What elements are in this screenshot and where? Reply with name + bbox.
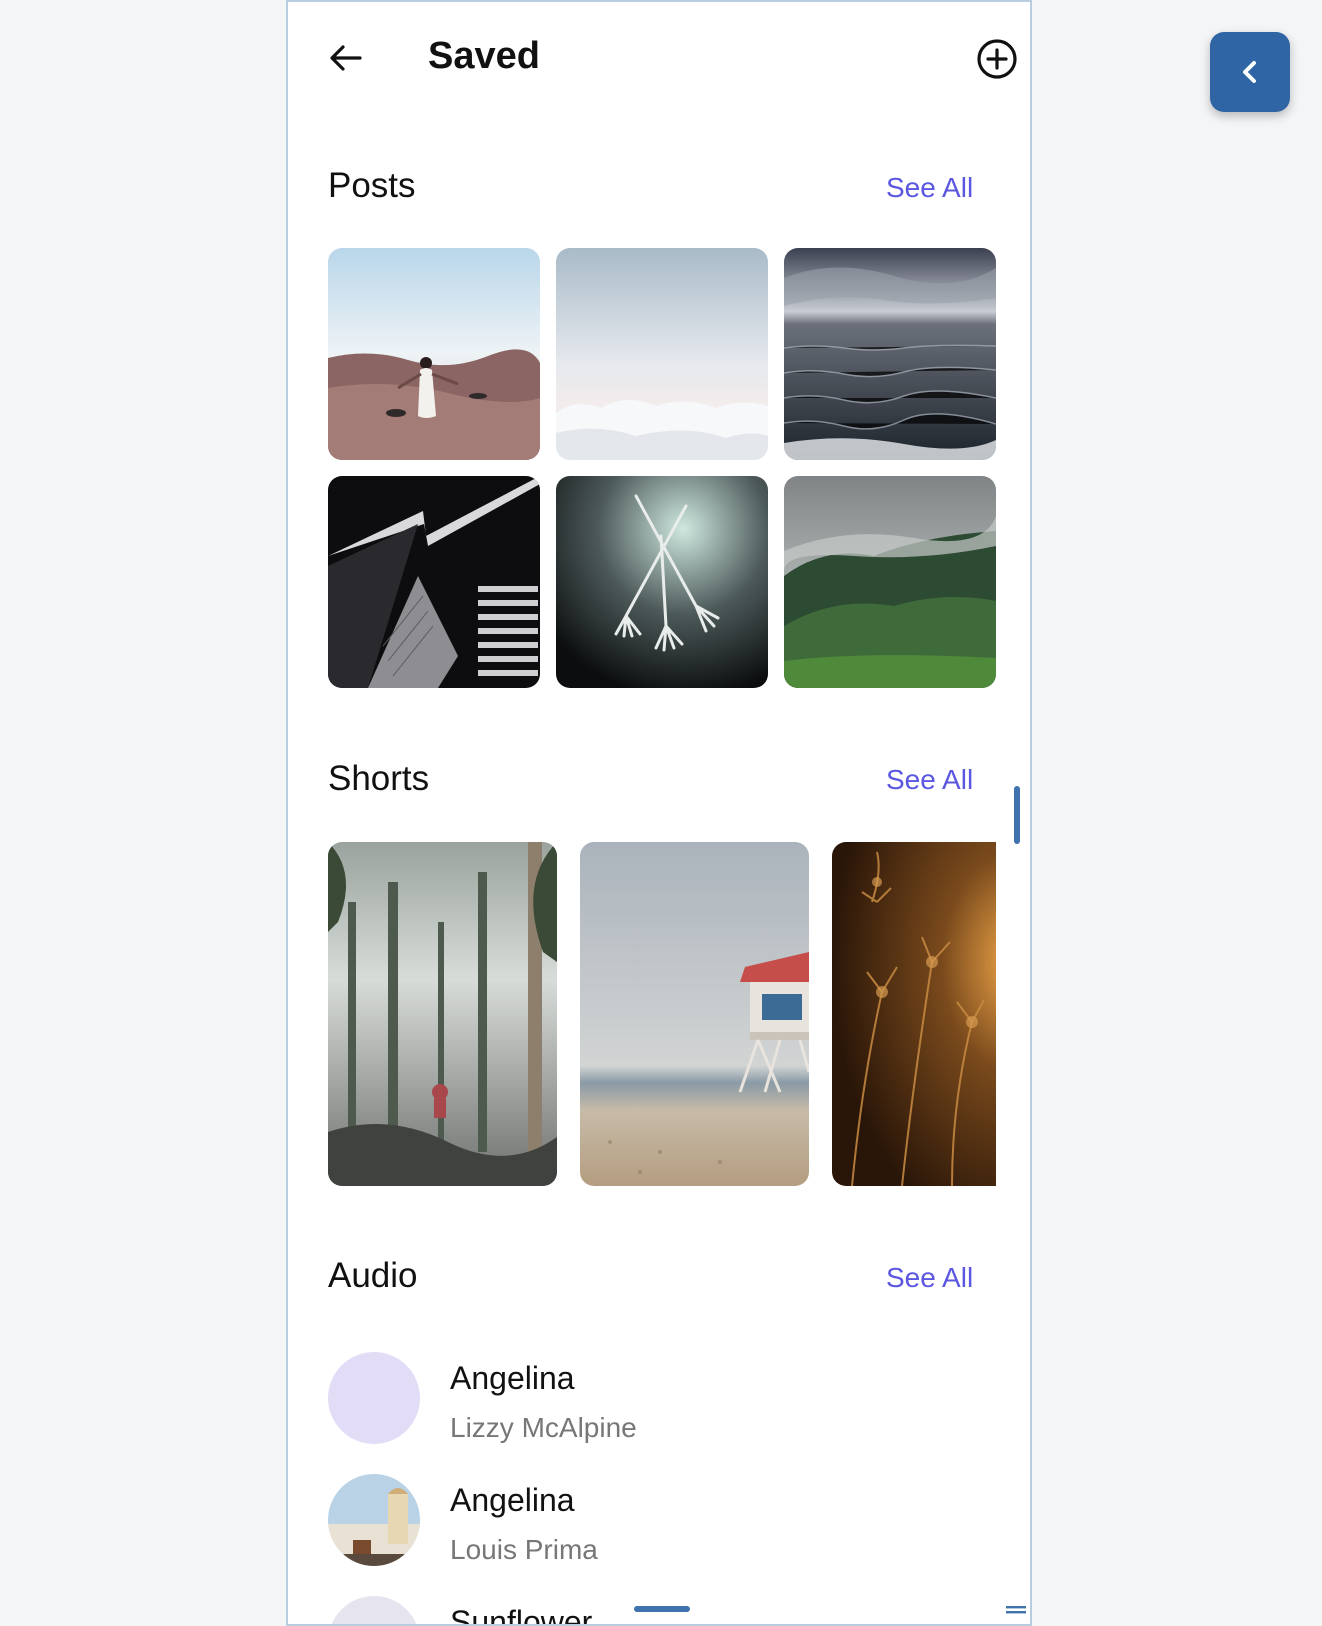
scrollbar-thumb[interactable] xyxy=(1014,786,1020,844)
audio-artist: Louis Prima xyxy=(450,1534,598,1565)
add-button[interactable] xyxy=(976,38,1018,80)
audio-see-all-link[interactable]: See All xyxy=(886,1262,973,1294)
image xyxy=(784,476,996,688)
image xyxy=(328,842,557,1186)
short-thumbnail-golden-plants[interactable] xyxy=(832,842,996,1186)
post-thumbnail-woman-beach[interactable] xyxy=(328,248,540,460)
short-thumbnail-lifeguard-tower[interactable] xyxy=(580,842,809,1186)
shorts-section-title: Shorts xyxy=(328,759,430,798)
audio-title: Sunflower xyxy=(450,1604,593,1626)
back-button[interactable] xyxy=(326,38,366,78)
page-title: Saved xyxy=(428,35,540,77)
image xyxy=(328,1474,420,1566)
lines xyxy=(1006,1606,1026,1614)
image xyxy=(328,476,540,688)
plus-circle-icon xyxy=(977,39,1017,79)
posts-section-title: Posts xyxy=(328,166,416,205)
menu-lines-icon[interactable] xyxy=(1006,1602,1026,1614)
audio-title: Angelina xyxy=(450,1482,575,1518)
audio-cover xyxy=(328,1596,420,1624)
audio-artist: Lizzy McAlpine xyxy=(450,1412,637,1443)
post-thumbnail-building[interactable] xyxy=(328,476,540,688)
image xyxy=(784,248,996,460)
audio-list-item[interactable]: Angelina Louis Prima xyxy=(328,1474,968,1574)
posts-see-all-link[interactable]: See All xyxy=(886,172,973,204)
collapse-panel-button[interactable] xyxy=(1210,32,1290,112)
image xyxy=(328,248,540,460)
audio-cover xyxy=(328,1474,420,1566)
saved-screen: Saved Posts See All Shorts See All Audio… xyxy=(286,0,1032,1626)
short-thumbnail-foggy-forest[interactable] xyxy=(328,842,557,1186)
audio-section-title: Audio xyxy=(328,1256,418,1295)
post-thumbnail-ocean[interactable] xyxy=(784,248,996,460)
header: Saved xyxy=(288,2,1030,122)
home-indicator[interactable] xyxy=(634,1606,690,1612)
post-thumbnail-misty-hill[interactable] xyxy=(784,476,996,688)
arrow-left-icon xyxy=(330,45,362,71)
post-thumbnail-forks[interactable] xyxy=(556,476,768,688)
audio-list-item[interactable]: Angelina Lizzy McAlpine xyxy=(328,1352,968,1452)
audio-cover xyxy=(328,1352,420,1444)
image xyxy=(580,842,809,1186)
audio-title: Angelina xyxy=(450,1360,575,1396)
shorts-see-all-link[interactable]: See All xyxy=(886,764,973,796)
image xyxy=(556,248,768,460)
image xyxy=(556,476,768,688)
chevron-left-icon xyxy=(1243,61,1256,83)
shorts-carousel[interactable] xyxy=(328,842,996,1186)
image xyxy=(832,842,996,1186)
post-thumbnail-clouds[interactable] xyxy=(556,248,768,460)
